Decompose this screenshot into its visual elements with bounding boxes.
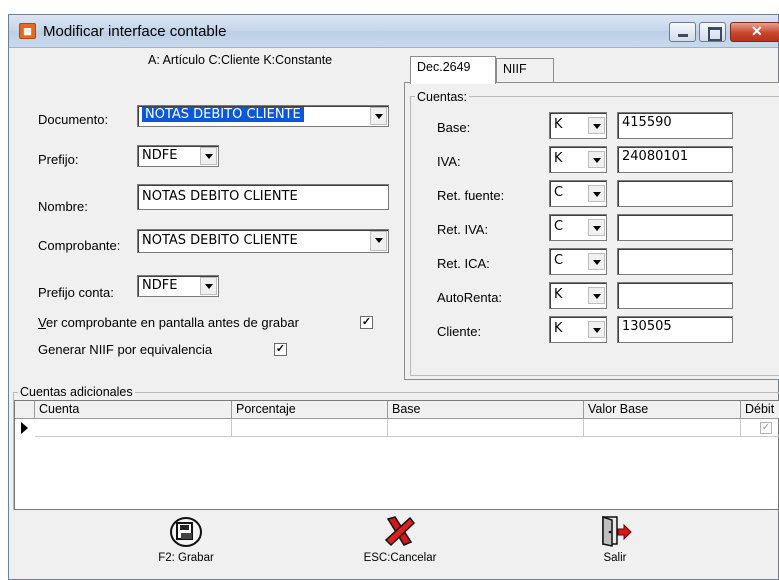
grabar-button[interactable]: F2: Grabar bbox=[146, 514, 226, 564]
close-button[interactable]: ✕ bbox=[730, 22, 779, 42]
cuenta-tipo-select[interactable]: C bbox=[549, 214, 607, 241]
nombre-label: Nombre: bbox=[38, 199, 88, 214]
debito-checkbox[interactable]: ✓ bbox=[760, 422, 772, 434]
title-bar[interactable]: ▦ Modificar interface contable ✕ bbox=[9, 15, 779, 48]
cuenta-tipo-select[interactable]: K bbox=[549, 146, 607, 173]
table-cell-base[interactable] bbox=[388, 419, 584, 437]
cuenta-number-input[interactable] bbox=[617, 248, 733, 275]
column-header-porcentaje[interactable]: Porcentaje bbox=[232, 401, 388, 419]
generar-niif-label: Generar NIIF por equivalencia bbox=[38, 342, 213, 357]
row-header-corner bbox=[15, 401, 35, 419]
chevron-down-icon[interactable] bbox=[588, 117, 605, 134]
prefijo-value: NDFE bbox=[142, 148, 178, 163]
minimize-button[interactable] bbox=[669, 22, 696, 42]
tab-dec2649[interactable]: Dec.2649 bbox=[410, 56, 496, 84]
exit-door-icon bbox=[602, 515, 632, 547]
cuenta-number-value: 130505 bbox=[622, 319, 672, 334]
cuenta-number-input[interactable]: 415590 bbox=[617, 112, 733, 139]
chevron-down-icon[interactable] bbox=[588, 151, 605, 168]
chevron-down-icon[interactable] bbox=[588, 219, 605, 236]
cuenta-row-label: Ret. fuente: bbox=[437, 188, 505, 203]
salir-button[interactable]: Salir bbox=[590, 514, 640, 564]
save-icon bbox=[170, 517, 202, 547]
chevron-down-icon[interactable] bbox=[588, 321, 605, 338]
table-cell-porcentaje[interactable] bbox=[232, 419, 388, 437]
chevron-down-icon[interactable] bbox=[588, 185, 605, 202]
ver-comprobante-label[interactable]: Ver comprobante en pantalla antes de gra… bbox=[38, 315, 299, 330]
column-header-debito[interactable]: Débit bbox=[741, 401, 779, 419]
maximize-button[interactable] bbox=[699, 22, 726, 42]
chevron-down-icon[interactable] bbox=[370, 107, 387, 125]
cuenta-row-label: AutoRenta: bbox=[437, 290, 503, 305]
table-cell-cuenta[interactable] bbox=[35, 419, 232, 437]
cuenta-number-input[interactable] bbox=[617, 180, 733, 207]
prefijo-conta-label: Prefijo conta: bbox=[38, 285, 114, 300]
cuenta-row-label: Ret. ICA: bbox=[437, 256, 490, 271]
comprobante-value: NOTAS DEBITO CLIENTE bbox=[142, 233, 298, 248]
cuenta-number-value: 24080101 bbox=[622, 149, 689, 164]
cuenta-tipo-select[interactable]: K bbox=[549, 112, 607, 139]
cuenta-row-label: Ret. IVA: bbox=[437, 222, 489, 237]
generar-niif-checkbox[interactable]: ✓ bbox=[274, 343, 287, 356]
chevron-down-icon[interactable] bbox=[588, 253, 605, 270]
cuenta-tipo-value: K bbox=[554, 151, 563, 166]
cancel-icon bbox=[384, 516, 416, 547]
prefijo-conta-value: NDFE bbox=[142, 278, 178, 293]
cuenta-tipo-value: C bbox=[554, 219, 564, 234]
window-title: Modificar interface contable bbox=[43, 23, 227, 40]
column-header-valor-base[interactable]: Valor Base bbox=[584, 401, 741, 419]
nombre-input[interactable]: NOTAS DEBITO CLIENTE bbox=[137, 184, 389, 210]
salir-label: Salir bbox=[603, 552, 627, 564]
row-pointer-icon bbox=[21, 422, 28, 434]
tab-niif[interactable]: NIIF bbox=[496, 58, 554, 82]
cuenta-row-label: IVA: bbox=[437, 154, 461, 169]
cancelar-button[interactable]: ESC:Cancelar bbox=[350, 514, 450, 564]
adicionales-grid[interactable]: Cuenta Porcentaje Base Valor Base Débit … bbox=[14, 400, 779, 510]
cuenta-tipo-select[interactable]: K bbox=[549, 316, 607, 343]
column-header-base[interactable]: Base bbox=[388, 401, 584, 419]
chevron-down-icon[interactable] bbox=[588, 287, 605, 304]
cuenta-tipo-select[interactable]: K bbox=[549, 282, 607, 309]
cuenta-tipo-value: K bbox=[554, 321, 563, 336]
ver-comprobante-checkbox[interactable]: ✓ bbox=[360, 316, 373, 329]
documento-select[interactable]: NOTAS DEBITO CLIENTE bbox=[137, 105, 389, 127]
cuenta-number-input[interactable]: 130505 bbox=[617, 316, 733, 343]
cuenta-tipo-value: K bbox=[554, 117, 563, 132]
chevron-down-icon[interactable] bbox=[200, 277, 217, 295]
prefijo-label: Prefijo: bbox=[38, 152, 79, 167]
cancelar-label: ESC:Cancelar bbox=[363, 552, 437, 564]
ver-comprobante-text: Ver comprobante en pantalla antes de gra… bbox=[38, 315, 299, 330]
documento-label: Documento: bbox=[38, 112, 109, 127]
comprobante-select[interactable]: NOTAS DEBITO CLIENTE bbox=[137, 229, 389, 253]
cuenta-tipo-select[interactable]: C bbox=[549, 248, 607, 275]
table-cell-valor-base[interactable] bbox=[584, 419, 741, 437]
cuenta-tipo-value: K bbox=[554, 287, 563, 302]
chevron-down-icon[interactable] bbox=[200, 147, 217, 165]
cuenta-number-input[interactable] bbox=[617, 282, 733, 309]
cuenta-tipo-value: C bbox=[554, 185, 564, 200]
chevron-down-icon[interactable] bbox=[370, 231, 387, 251]
grabar-label: F2: Grabar bbox=[158, 552, 214, 564]
prefijo-select[interactable]: NDFE bbox=[137, 145, 219, 167]
cuentas-title: Cuentas: bbox=[415, 90, 470, 104]
column-header-cuenta[interactable]: Cuenta bbox=[35, 401, 232, 419]
prefijo-conta-select[interactable]: NDFE bbox=[137, 275, 219, 297]
cuenta-number-input[interactable] bbox=[617, 214, 733, 241]
cuenta-tipo-select[interactable]: C bbox=[549, 180, 607, 207]
adicionales-title: Cuentas adicionales bbox=[18, 385, 135, 399]
cuenta-tipo-value: C bbox=[554, 253, 564, 268]
documento-value: NOTAS DEBITO CLIENTE bbox=[142, 107, 304, 122]
nombre-value: NOTAS DEBITO CLIENTE bbox=[142, 189, 298, 204]
type-legend: A: Artículo C:Cliente K:Constante bbox=[148, 53, 333, 67]
cuenta-row-label: Cliente: bbox=[437, 324, 482, 339]
cuenta-number-value: 415590 bbox=[622, 115, 672, 130]
comprobante-label: Comprobante: bbox=[38, 238, 121, 253]
close-icon: ✕ bbox=[751, 23, 763, 39]
cuenta-row-label: Base: bbox=[437, 120, 471, 135]
cuenta-number-input[interactable]: 24080101 bbox=[617, 146, 733, 173]
app-icon: ▦ bbox=[19, 23, 36, 39]
